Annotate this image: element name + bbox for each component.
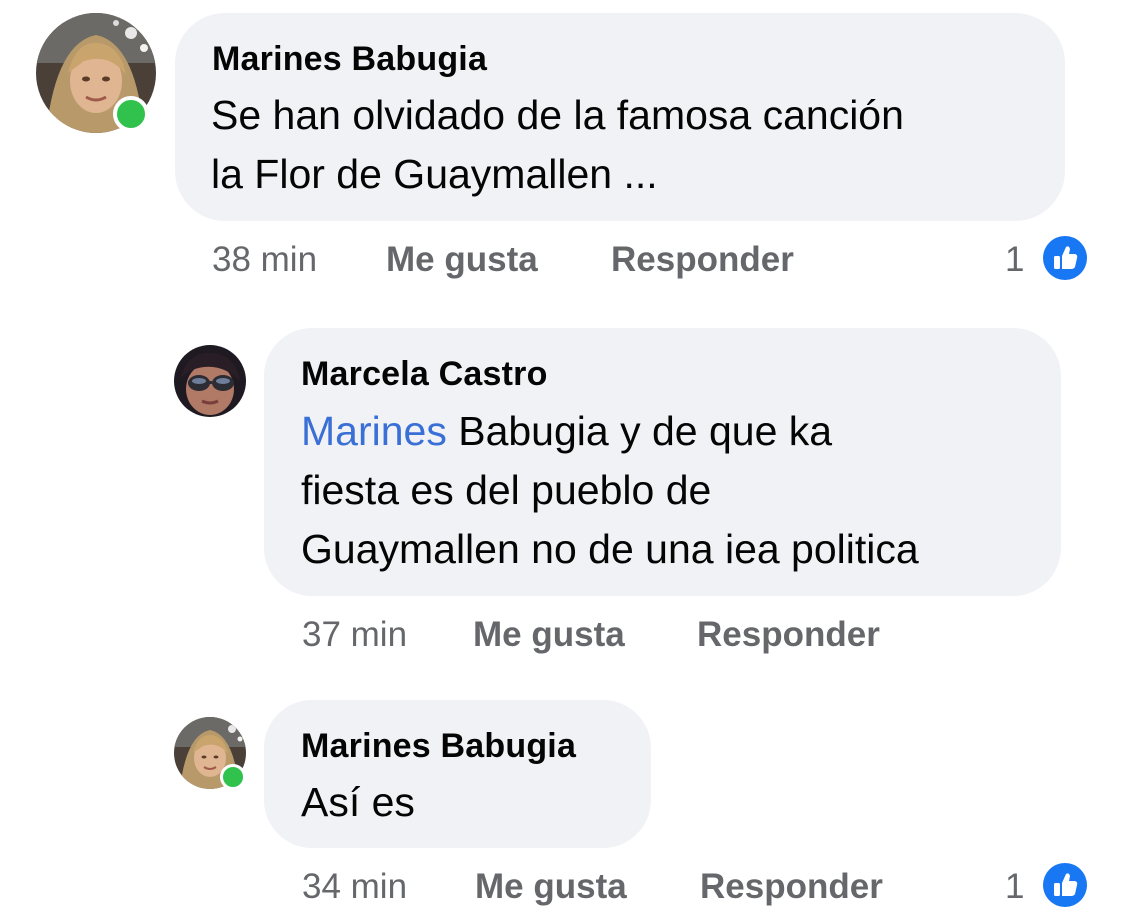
- comment-author[interactable]: Marines Babugia: [212, 40, 487, 79]
- comment-text-line: Se han olvidado de la famosa canción: [211, 92, 904, 138]
- like-thumbs-up-icon[interactable]: [1041, 234, 1089, 282]
- like-button[interactable]: Me gusta: [473, 615, 625, 655]
- reaction-count[interactable]: 1: [1005, 867, 1024, 907]
- comment-text-line: Marines Babugia y de que ka: [301, 402, 832, 461]
- like-button[interactable]: Me gusta: [386, 240, 538, 280]
- reaction-count[interactable]: 1: [1005, 240, 1024, 280]
- comment-text-line: fiesta es del pueblo de: [301, 467, 712, 513]
- comment-timestamp[interactable]: 34 min: [302, 867, 407, 907]
- comment-text-line: Guaymallen no de una iea politica: [301, 526, 919, 572]
- like-thumbs-up-icon[interactable]: [1041, 861, 1089, 909]
- reply-button[interactable]: Responder: [611, 240, 794, 280]
- reply-button[interactable]: Responder: [697, 615, 880, 655]
- comment-timestamp[interactable]: 37 min: [302, 615, 407, 655]
- comment-author[interactable]: Marcela Castro: [301, 355, 548, 394]
- avatar[interactable]: [174, 345, 246, 417]
- comment-text-span: Babugia y de que ka: [446, 408, 833, 454]
- comment-text-line: Así es: [301, 779, 415, 825]
- online-status-indicator: [113, 96, 149, 132]
- online-status-indicator: [220, 764, 246, 790]
- comment-author[interactable]: Marines Babugia: [301, 727, 576, 766]
- mention-link[interactable]: Marines: [301, 408, 447, 454]
- comment-text-line: la Flor de Guaymallen ...: [211, 151, 658, 197]
- reply-button[interactable]: Responder: [700, 867, 883, 907]
- like-button[interactable]: Me gusta: [475, 867, 627, 907]
- comment-timestamp[interactable]: 38 min: [212, 240, 317, 280]
